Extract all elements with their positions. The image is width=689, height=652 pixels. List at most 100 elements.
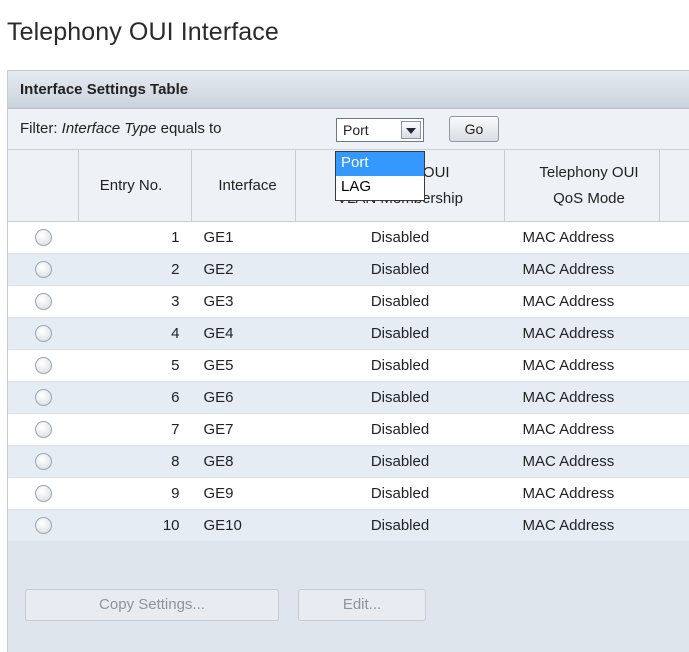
qos-mode-cell: MAC Address	[505, 318, 660, 350]
column-header-entry: Entry No.	[79, 150, 192, 222]
empty-cell	[660, 350, 689, 382]
vlan-membership-cell: Disabled	[296, 222, 505, 254]
vlan-membership-cell: Disabled	[296, 318, 505, 350]
empty-cell	[660, 510, 689, 542]
row-radio-cell	[8, 510, 79, 542]
row-radio-cell	[8, 350, 79, 382]
filter-field-name: Interface Type	[62, 120, 157, 137]
column-header-qos-line1: Telephony OUI	[523, 160, 655, 186]
row-radio-cell	[8, 382, 79, 414]
entry-no-cell: 10	[79, 510, 192, 542]
vlan-membership-cell: Disabled	[296, 414, 505, 446]
row-radio-cell	[8, 286, 79, 318]
edit-button[interactable]: Edit...	[298, 589, 426, 621]
table-row[interactable]: 10GE10DisabledMAC Address	[8, 510, 689, 542]
table-row[interactable]: 6GE6DisabledMAC Address	[8, 382, 689, 414]
interface-cell: GE5	[192, 350, 296, 382]
table-row[interactable]: 8GE8DisabledMAC Address	[8, 446, 689, 478]
entry-no-cell: 5	[79, 350, 192, 382]
table-row[interactable]: 2GE2DisabledMAC Address	[8, 254, 689, 286]
vlan-membership-cell: Disabled	[296, 478, 505, 510]
qos-mode-cell: MAC Address	[505, 222, 660, 254]
empty-cell	[660, 478, 689, 510]
column-header-interface: Interface	[192, 150, 296, 222]
entry-no-cell: 7	[79, 414, 192, 446]
column-header-qos-line2: QoS Mode	[523, 186, 655, 212]
row-select-radio[interactable]	[35, 485, 52, 502]
row-select-radio[interactable]	[35, 325, 52, 342]
table-row[interactable]: 3GE3DisabledMAC Address	[8, 286, 689, 318]
qos-mode-cell: MAC Address	[505, 286, 660, 318]
row-select-radio[interactable]	[35, 357, 52, 374]
go-button[interactable]: Go	[449, 116, 499, 142]
entry-no-cell: 2	[79, 254, 192, 286]
entry-no-cell: 8	[79, 446, 192, 478]
qos-mode-cell: MAC Address	[505, 382, 660, 414]
empty-cell	[660, 286, 689, 318]
panel-title: Interface Settings Table	[8, 71, 689, 109]
vlan-membership-cell: Disabled	[296, 382, 505, 414]
vlan-membership-cell: Disabled	[296, 350, 505, 382]
qos-mode-cell: MAC Address	[505, 478, 660, 510]
interface-cell: GE1	[192, 222, 296, 254]
chevron-down-icon[interactable]	[401, 121, 421, 139]
qos-mode-cell: MAC Address	[505, 414, 660, 446]
empty-cell	[660, 254, 689, 286]
row-radio-cell	[8, 414, 79, 446]
row-select-radio[interactable]	[35, 453, 52, 470]
filter-label: Filter: Interface Type equals to	[20, 120, 222, 137]
vlan-membership-cell: Disabled	[296, 286, 505, 318]
column-header-empty	[660, 150, 689, 222]
interface-cell: GE9	[192, 478, 296, 510]
row-radio-cell	[8, 446, 79, 478]
vlan-membership-cell: Disabled	[296, 254, 505, 286]
qos-mode-cell: MAC Address	[505, 446, 660, 478]
qos-mode-cell: MAC Address	[505, 350, 660, 382]
interface-cell: GE6	[192, 382, 296, 414]
interface-cell: GE2	[192, 254, 296, 286]
filter-row: Filter: Interface Type equals to Port Go	[8, 109, 689, 150]
row-select-radio[interactable]	[35, 229, 52, 246]
interface-cell: GE8	[192, 446, 296, 478]
empty-cell	[660, 414, 689, 446]
interface-cell: GE4	[192, 318, 296, 350]
entry-no-cell: 6	[79, 382, 192, 414]
empty-cell	[660, 446, 689, 478]
empty-cell	[660, 222, 689, 254]
page-title: Telephony OUI Interface	[7, 18, 279, 47]
footer-buttons: Copy Settings... Edit...	[8, 579, 689, 619]
column-header-select	[8, 150, 79, 222]
column-header-qos: Telephony OUI QoS Mode	[505, 150, 660, 222]
row-select-radio[interactable]	[35, 517, 52, 534]
entry-no-cell: 1	[79, 222, 192, 254]
filter-operator: equals to	[161, 120, 222, 137]
table-row[interactable]: 9GE9DisabledMAC Address	[8, 478, 689, 510]
vlan-membership-cell: Disabled	[296, 446, 505, 478]
interface-cell: GE10	[192, 510, 296, 542]
dropdown-option-lag[interactable]: LAG	[336, 176, 424, 200]
interface-table: Entry No. Interface Telephony OUI VLAN M…	[8, 150, 689, 542]
entry-no-cell: 3	[79, 286, 192, 318]
table-row[interactable]: 5GE5DisabledMAC Address	[8, 350, 689, 382]
copy-settings-button[interactable]: Copy Settings...	[25, 589, 279, 621]
table-row[interactable]: 4GE4DisabledMAC Address	[8, 318, 689, 350]
row-select-radio[interactable]	[35, 293, 52, 310]
interface-type-dropdown-list: Port LAG	[335, 151, 425, 201]
row-radio-cell	[8, 318, 79, 350]
dropdown-option-port[interactable]: Port	[336, 152, 424, 176]
row-select-radio[interactable]	[35, 389, 52, 406]
interface-cell: GE3	[192, 286, 296, 318]
interface-type-select[interactable]: Port	[336, 118, 424, 142]
row-radio-cell	[8, 254, 79, 286]
row-select-radio[interactable]	[35, 261, 52, 278]
table-row[interactable]: 7GE7DisabledMAC Address	[8, 414, 689, 446]
entry-no-cell: 9	[79, 478, 192, 510]
interface-type-selected: Port	[343, 122, 369, 138]
empty-cell	[660, 382, 689, 414]
table-row[interactable]: 1GE1DisabledMAC Address	[8, 222, 689, 254]
empty-cell	[660, 318, 689, 350]
entry-no-cell: 4	[79, 318, 192, 350]
qos-mode-cell: MAC Address	[505, 510, 660, 542]
row-select-radio[interactable]	[35, 421, 52, 438]
row-radio-cell	[8, 222, 79, 254]
